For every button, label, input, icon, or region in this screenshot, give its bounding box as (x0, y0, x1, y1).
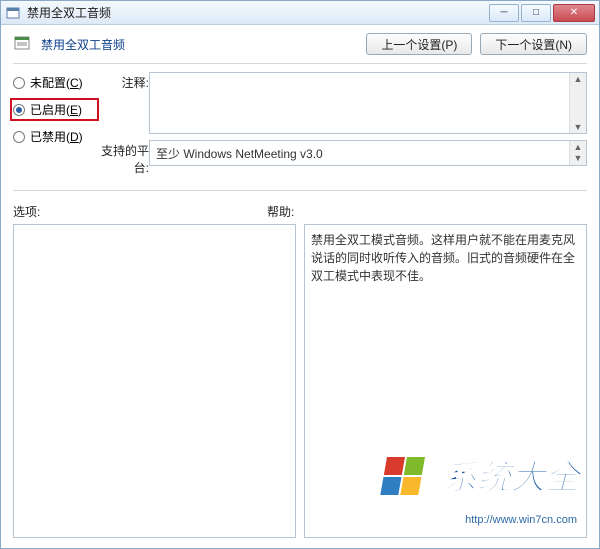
minimize-button[interactable]: ─ (489, 4, 519, 22)
header-row: 禁用全双工音频 上一个设置(P) 下一个设置(N) (13, 33, 587, 55)
platform-value: 至少 Windows NetMeeting v3.0 (150, 141, 569, 165)
radio-icon (13, 104, 25, 116)
help-panel: 禁用全双工模式音频。这样用户就不能在用麦克风说话的同时收听传入的音频。旧式的音频… (304, 224, 587, 538)
scrollbar[interactable]: ▲ ▼ (569, 73, 586, 133)
config-area: 未配置(C) 已启用(E) 已禁用(D) 注释: ▲ (13, 72, 587, 182)
fields-column: 注释: ▲ ▼ 支持的平台: 至少 Windows NetMeeting v3.… (93, 72, 587, 182)
nav-buttons: 上一个设置(P) 下一个设置(N) (366, 33, 587, 55)
scroll-up-icon: ▲ (570, 73, 586, 85)
radio-label: 已禁用(D) (30, 128, 83, 145)
options-panel (13, 224, 296, 538)
radio-icon (13, 131, 25, 143)
maximize-button[interactable]: □ (521, 4, 551, 22)
close-button[interactable]: ✕ (553, 4, 595, 22)
prev-setting-button[interactable]: 上一个设置(P) (366, 33, 472, 55)
radio-label: 已启用(E) (30, 101, 82, 118)
divider (13, 63, 587, 64)
titlebar: 禁用全双工音频 ─ □ ✕ (1, 1, 599, 25)
scrollbar[interactable]: ▲ ▼ (569, 141, 586, 165)
content-area: 禁用全双工音频 上一个设置(P) 下一个设置(N) 未配置(C) 已启用(E) (1, 25, 599, 548)
comment-textarea[interactable]: ▲ ▼ (149, 72, 587, 134)
help-label: 帮助: (267, 203, 294, 220)
comment-value (150, 73, 569, 133)
app-icon (5, 5, 21, 21)
panels-row: 禁用全双工模式音频。这样用户就不能在用麦克风说话的同时收听传入的音频。旧式的音频… (13, 224, 587, 538)
comment-row: 注释: ▲ ▼ (93, 72, 587, 134)
options-label: 选项: (13, 203, 267, 220)
scroll-down-icon: ▼ (570, 152, 586, 163)
window-title: 禁用全双工音频 (27, 4, 487, 21)
scroll-down-icon: ▼ (570, 121, 586, 133)
radio-not-configured[interactable]: 未配置(C) (13, 74, 93, 91)
platform-row: 支持的平台: 至少 Windows NetMeeting v3.0 ▲ ▼ (93, 140, 587, 176)
dialog-window: 禁用全双工音频 ─ □ ✕ 禁用全双工音频 上一个设置(P) 下一个设置(N) … (0, 0, 600, 549)
radio-enabled[interactable]: 已启用(E) (10, 98, 99, 121)
radio-label: 未配置(C) (30, 74, 83, 91)
radio-group: 未配置(C) 已启用(E) 已禁用(D) (13, 72, 93, 182)
radio-disabled[interactable]: 已禁用(D) (13, 128, 93, 145)
setting-icon (13, 34, 33, 54)
radio-icon (13, 77, 25, 89)
platform-label: 支持的平台: (93, 140, 149, 176)
column-labels: 选项: 帮助: (13, 203, 587, 220)
setting-title: 禁用全双工音频 (41, 36, 366, 53)
divider (13, 190, 587, 191)
scroll-up-icon: ▲ (570, 141, 586, 152)
platform-box: 至少 Windows NetMeeting v3.0 ▲ ▼ (149, 140, 587, 166)
help-text: 禁用全双工模式音频。这样用户就不能在用麦克风说话的同时收听传入的音频。旧式的音频… (311, 233, 575, 283)
next-setting-button[interactable]: 下一个设置(N) (480, 33, 587, 55)
comment-label: 注释: (93, 72, 149, 91)
